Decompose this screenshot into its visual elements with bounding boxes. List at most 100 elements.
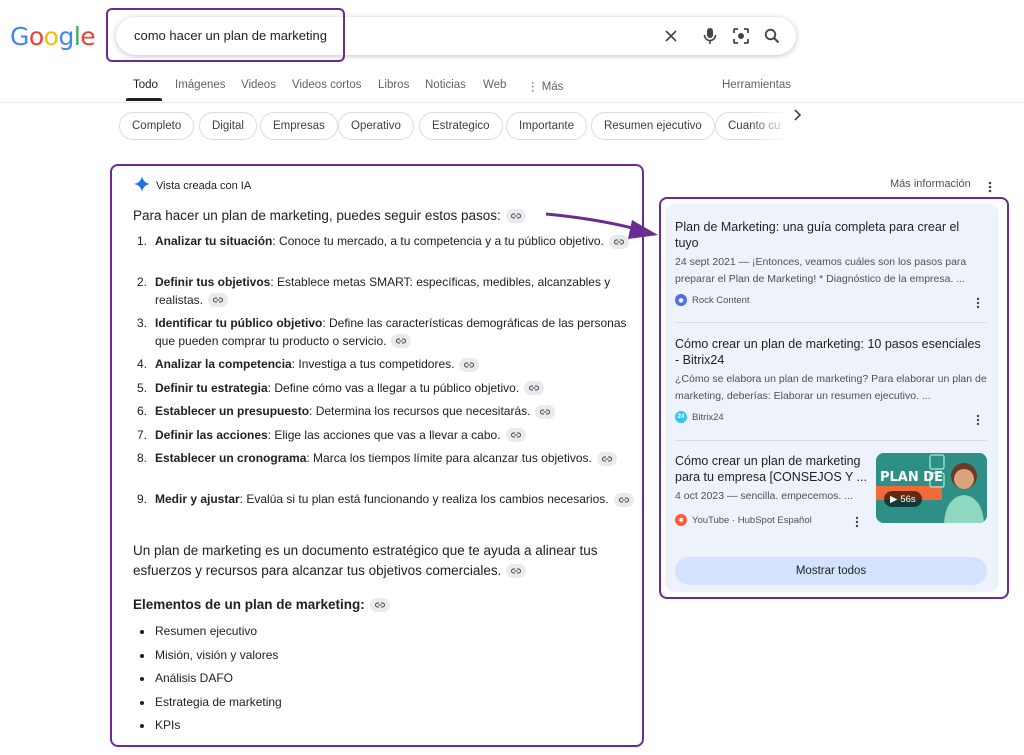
list-item: KPIs: [138, 714, 282, 738]
step-title: Analizar la competencia: [155, 357, 292, 371]
google-logo[interactable]: Google: [10, 22, 96, 51]
thumbnail-text: PLAN DE: [880, 470, 943, 485]
source-card-title[interactable]: Plan de Marketing: una guía completa par…: [675, 219, 975, 251]
step-text: : Define cómo vas a llegar a tu público …: [267, 380, 520, 395]
video-duration: 56s: [900, 493, 916, 505]
tabs-divider: [0, 102, 1024, 103]
link-icon[interactable]: [459, 357, 480, 372]
list-item: Resumen ejecutivo: [138, 620, 282, 644]
source-card-source[interactable]: 24 Bitrix24: [675, 411, 724, 423]
link-icon[interactable]: [596, 451, 617, 466]
step-item: 6. Establecer un presupuesto: Determina l…: [137, 403, 637, 427]
step-item: 3. Identificar tu público objetivo: Defin…: [137, 315, 637, 356]
steps-list: 1. Analizar tu situación: Conoce tu merca…: [137, 233, 637, 532]
source-card-snippet: 4 oct 2023 — sencilla. empecemos. ...: [675, 490, 854, 502]
video-thumbnail[interactable]: PLAN DE ▶ 56s: [876, 453, 987, 523]
source-card-source[interactable]: ◉ Rock Content: [675, 294, 750, 306]
step-number: 4.: [137, 357, 148, 371]
step-number: 2.: [137, 275, 148, 289]
step-number: 1.: [137, 234, 148, 248]
tab-videos-cortos[interactable]: Videos cortos: [292, 79, 361, 91]
link-icon[interactable]: [505, 428, 526, 443]
show-all-button[interactable]: Mostrar todos: [675, 557, 987, 585]
chevron-right-icon[interactable]: [791, 108, 805, 124]
chip-digital[interactable]: Digital: [199, 112, 257, 140]
chip-resumen-ejecutivo[interactable]: Resumen ejecutivo: [591, 112, 715, 140]
step-title: Medir y ajustar: [155, 492, 240, 506]
tab-videos[interactable]: Videos: [241, 79, 276, 91]
chip-completo[interactable]: Completo: [119, 112, 195, 140]
source-card-snippet: ¿Cómo se elabora un plan de marketing? P…: [675, 373, 987, 402]
link-icon[interactable]: [506, 564, 527, 579]
step-item: 5. Definir tu estrategia: Define cómo vas…: [137, 380, 637, 404]
step-title: Analizar tu situación: [155, 234, 273, 248]
search-icon[interactable]: [761, 25, 783, 47]
source-name: Rock Content: [692, 294, 750, 306]
elements-heading: Elementos de un plan de marketing:: [133, 597, 390, 613]
source-name: YouTube · HubSpot Español: [692, 514, 812, 526]
source-card-title[interactable]: Cómo crear un plan de marketing para tu …: [675, 453, 869, 485]
refinement-chips: Completo Digital Empresas Operativo Estr…: [119, 112, 809, 142]
list-item: Misión, visión y valores: [138, 644, 282, 668]
camera-search-icon[interactable]: [730, 25, 752, 47]
search-highlight-annotation: [106, 8, 345, 62]
more-info-link[interactable]: Más información: [890, 178, 971, 190]
elements-list: Resumen ejecutivo Misión, visión y valor…: [138, 620, 282, 738]
source-card-source[interactable]: ✱ YouTube · HubSpot Español: [675, 514, 812, 526]
step-title: Definir tus objetivos: [155, 275, 271, 289]
tab-libros[interactable]: Libros: [378, 79, 409, 91]
chip-empresas[interactable]: Empresas: [260, 112, 338, 140]
play-icon: ▶: [890, 493, 898, 505]
tab-todo[interactable]: Todo: [133, 79, 158, 91]
chip-operativo[interactable]: Operativo: [338, 112, 414, 140]
chip-importante[interactable]: Importante: [506, 112, 587, 140]
card-divider: [675, 440, 987, 441]
link-icon[interactable]: [535, 404, 556, 419]
bitrix24-favicon-icon: 24: [675, 411, 687, 423]
hubspot-favicon-icon: ✱: [675, 514, 687, 526]
tab-imagenes[interactable]: Imágenes: [175, 79, 226, 91]
clear-icon[interactable]: [660, 25, 682, 47]
step-text: : Investiga a tus competidores.: [291, 357, 455, 371]
tab-more[interactable]: ⋮ Más: [527, 79, 563, 93]
more-vert-icon[interactable]: [976, 413, 980, 431]
annotation-arrow: [545, 212, 658, 239]
more-vert-icon: ⋮: [527, 81, 542, 93]
link-icon[interactable]: [505, 209, 526, 224]
video-duration-badge: ▶ 56s: [884, 491, 922, 507]
tools-button[interactable]: Herramientas: [722, 79, 791, 91]
link-icon[interactable]: [613, 492, 634, 507]
source-card-title[interactable]: Cómo crear un plan de marketing: 10 paso…: [675, 336, 987, 368]
tab-web[interactable]: Web: [483, 79, 506, 91]
more-vert-icon[interactable]: [855, 515, 859, 533]
link-icon[interactable]: [524, 381, 545, 396]
step-number: 7.: [137, 427, 148, 442]
ai-overview-header: Vista creada con IA: [134, 176, 251, 195]
source-name: Bitrix24: [692, 411, 724, 423]
more-vert-icon[interactable]: [988, 180, 992, 198]
step-text: : Marca los tiempos límite para alcanzar…: [306, 451, 592, 465]
step-text: : Determina los recursos que necesitarás…: [309, 404, 531, 418]
step-number: 5.: [137, 380, 148, 395]
link-icon[interactable]: [391, 334, 412, 349]
link-icon[interactable]: [208, 293, 229, 308]
chip-estrategico[interactable]: Estrategico: [419, 112, 503, 140]
list-item: Estrategia de marketing: [138, 691, 282, 715]
link-icon[interactable]: [369, 598, 390, 613]
rock-content-favicon-icon: ◉: [675, 294, 687, 306]
step-item: 4. Analizar la competencia: Investiga a t…: [137, 356, 637, 380]
gemini-spark-icon: [134, 176, 150, 195]
step-number: 8.: [137, 451, 148, 465]
tab-more-label: Más: [541, 81, 564, 93]
step-number: 9.: [137, 492, 148, 506]
step-title: Identificar tu público objetivo: [155, 316, 323, 330]
search-tabs: Todo Imágenes Videos Videos cortos Libro…: [0, 72, 810, 102]
step-text: : Evalúa si tu plan está funcionando y r…: [239, 492, 609, 506]
step-title: Definir tu estrategia: [155, 380, 268, 395]
microphone-icon[interactable]: [699, 25, 721, 47]
step-item: 8. Establecer un cronograma: Marca los ti…: [137, 450, 637, 491]
step-title: Definir las acciones: [155, 427, 268, 442]
more-vert-icon[interactable]: [976, 296, 980, 314]
ai-summary-text: Un plan de marketing es un documento est…: [133, 543, 598, 578]
tab-noticias[interactable]: Noticias: [425, 79, 466, 91]
